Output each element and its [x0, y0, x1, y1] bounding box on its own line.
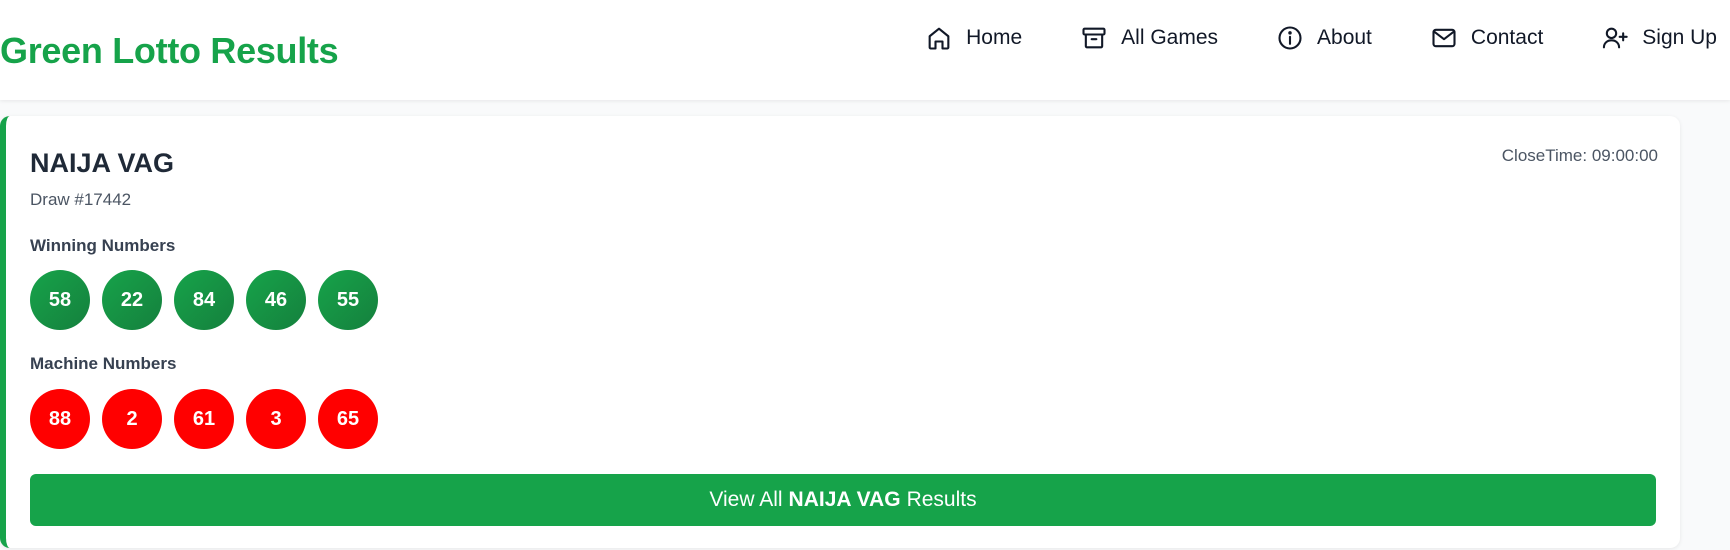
winning-ball: 22 [102, 270, 162, 330]
home-icon [928, 27, 950, 50]
site-logo-title[interactable]: Green Lotto Results [0, 30, 339, 72]
mail-icon [1432, 28, 1456, 48]
machine-ball: 65 [318, 389, 378, 449]
winning-ball: 58 [30, 270, 90, 330]
winning-numbers-label: Winning Numbers [30, 236, 176, 255]
info-icon [1278, 26, 1302, 50]
nav-home-label: Home [966, 26, 1023, 49]
nav-all-games-label: All Games [1121, 26, 1219, 49]
machine-ball: 2 [102, 389, 162, 449]
winning-ball: 55 [318, 270, 378, 330]
machine-ball: 61 [174, 389, 234, 449]
nav-about[interactable]: About [1276, 24, 1372, 52]
nav-home[interactable]: Home [925, 24, 1022, 52]
winning-ball: 84 [174, 270, 234, 330]
draw-number: Draw #17442 [30, 190, 132, 209]
game-result-card: NAIJA VAG Draw #17442 CloseTime: 09:00:0… [0, 116, 1680, 548]
site-header: Green Lotto Results Home All Games About [0, 0, 1730, 100]
view-all-game-name: NAIJA VAG [788, 488, 901, 511]
archive-icon [1082, 27, 1106, 49]
view-all-prefix: View All [709, 488, 783, 511]
user-plus-icon [1603, 27, 1628, 49]
view-all-results-button[interactable]: View All NAIJA VAG Results [30, 474, 1656, 526]
nav-contact[interactable]: Contact [1430, 24, 1543, 52]
view-all-suffix: Results [906, 488, 977, 511]
machine-numbers-list: 88 2 61 3 65 [30, 389, 378, 449]
machine-numbers-label: Machine Numbers [30, 354, 177, 373]
winning-ball: 46 [246, 270, 306, 330]
machine-ball: 88 [30, 389, 90, 449]
nav-all-games[interactable]: All Games [1080, 24, 1218, 52]
machine-ball: 3 [246, 389, 306, 449]
nav-sign-up-label: Sign Up [1642, 26, 1717, 49]
winning-numbers-list: 58 22 84 46 55 [30, 270, 378, 330]
nav-sign-up[interactable]: Sign Up [1601, 24, 1717, 52]
main-nav: Home All Games About Contact Sign Up [925, 24, 1717, 52]
nav-about-label: About [1317, 26, 1372, 49]
close-time: CloseTime: 09:00:00 [1501, 146, 1658, 165]
nav-contact-label: Contact [1470, 26, 1544, 49]
game-title: NAIJA VAG [30, 148, 175, 178]
